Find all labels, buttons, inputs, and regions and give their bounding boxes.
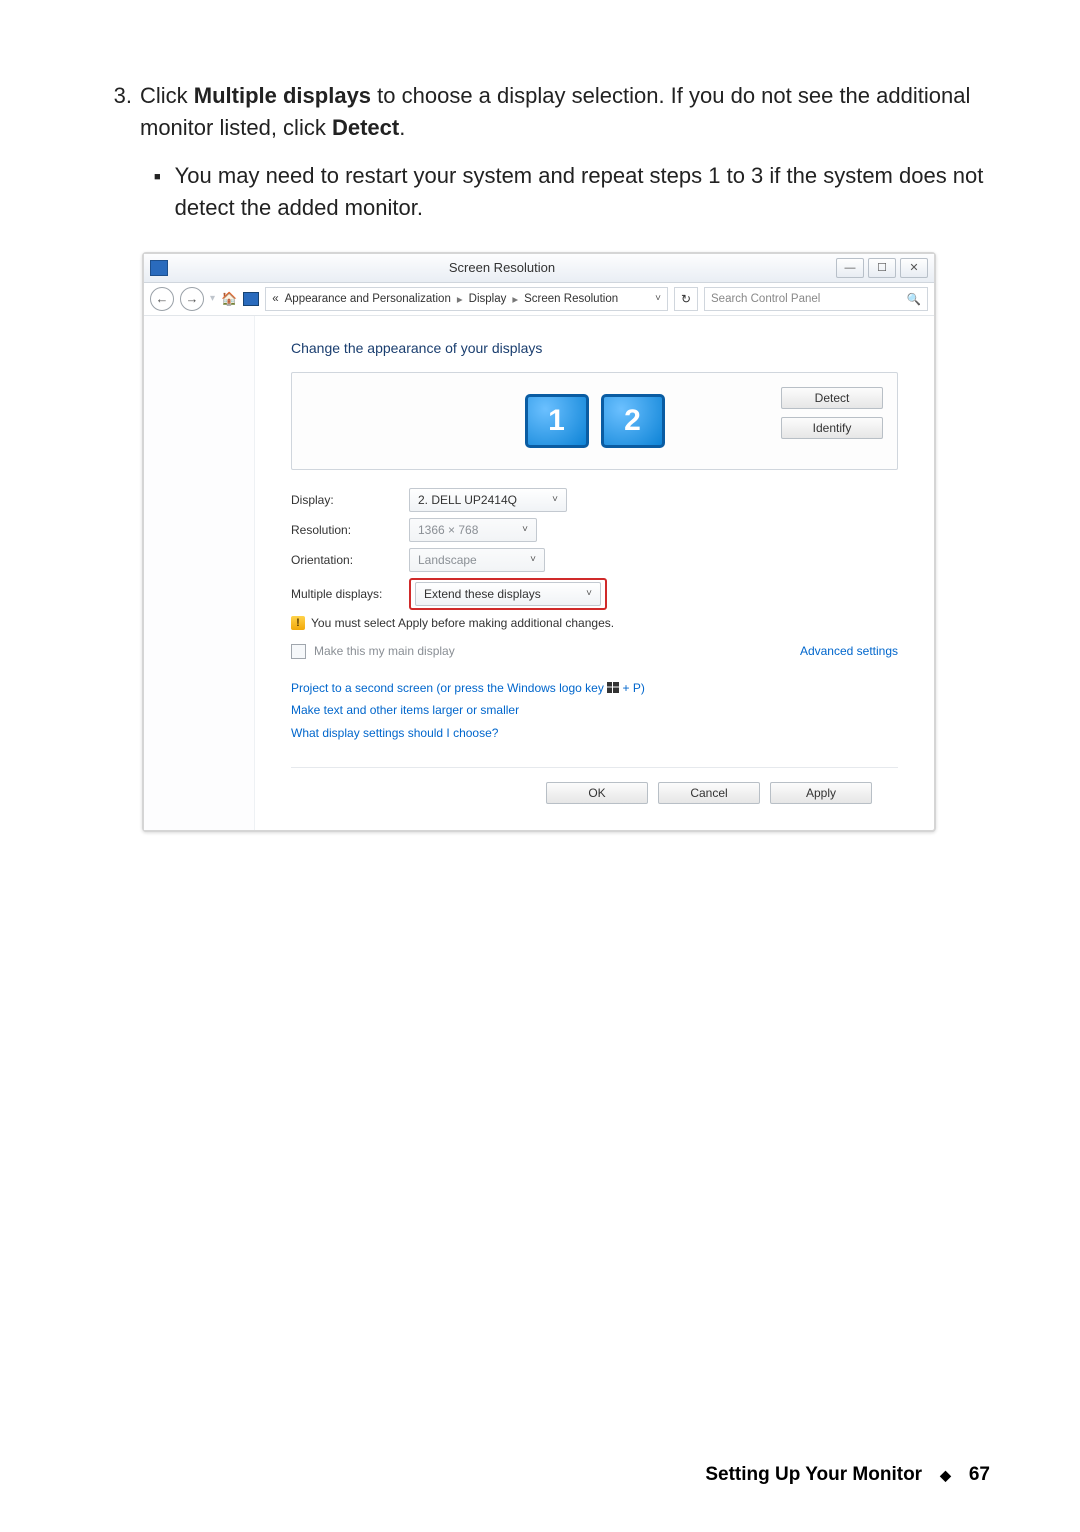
- apply-button[interactable]: Apply: [770, 782, 872, 804]
- monitor-1[interactable]: 1: [525, 394, 589, 448]
- instruction-subbullet: You may need to restart your system and …: [154, 160, 990, 224]
- window-title: Screen Resolution: [168, 260, 836, 275]
- footer-page-number: 67: [969, 1464, 990, 1486]
- select-display[interactable]: 2. DELL UP2414Q˅: [409, 488, 567, 512]
- page-heading: Change the appearance of your displays: [291, 340, 898, 356]
- step-body: Click Multiple displays to choose a disp…: [140, 80, 990, 144]
- footer-section: Setting Up Your Monitor: [705, 1464, 922, 1486]
- warning-icon: !: [291, 616, 305, 630]
- link-text-size[interactable]: Make text and other items larger or smal…: [291, 699, 898, 722]
- refresh-button[interactable]: ↻: [674, 287, 698, 311]
- chevron-down-icon: ˅: [530, 554, 536, 565]
- up-button[interactable]: 🏠: [221, 291, 237, 307]
- step-number: 3.: [90, 80, 140, 144]
- label-display: Display:: [291, 493, 409, 507]
- chevron-down-icon: ˅: [552, 494, 558, 505]
- label-multiple: Multiple displays:: [291, 587, 409, 601]
- row-multiple-displays: Multiple displays: Extend these displays…: [291, 578, 898, 610]
- chevron-down-icon: ˅: [522, 524, 528, 535]
- chevron-down-icon: ˅: [586, 588, 592, 599]
- ok-button[interactable]: OK: [546, 782, 648, 804]
- forward-button[interactable]: →: [180, 287, 204, 311]
- diamond-icon: ◆: [940, 1467, 951, 1484]
- display-preview[interactable]: 1 2 Detect Identify: [291, 372, 898, 470]
- chevron-down-icon[interactable]: ˅: [655, 293, 661, 304]
- advanced-settings-link[interactable]: Advanced settings: [800, 644, 898, 658]
- search-input[interactable]: Search Control Panel 🔍: [704, 287, 928, 311]
- highlight-box: Extend these displays˅: [409, 578, 607, 610]
- row-orientation: Orientation: Landscape˅: [291, 548, 898, 572]
- cancel-button[interactable]: Cancel: [658, 782, 760, 804]
- link-help[interactable]: What display settings should I choose?: [291, 722, 898, 745]
- maximize-button[interactable]: ☐: [868, 258, 896, 278]
- instruction-step: 3. Click Multiple displays to choose a d…: [90, 80, 990, 224]
- path-icon: [243, 292, 259, 306]
- window-titlebar: Screen Resolution — ☐ ✕: [144, 254, 934, 283]
- main-display-label: Make this my main display: [314, 644, 455, 658]
- detect-button[interactable]: Detect: [781, 387, 883, 409]
- row-display: Display: 2. DELL UP2414Q˅: [291, 488, 898, 512]
- warning-row: ! You must select Apply before making ad…: [291, 616, 898, 630]
- search-icon: 🔍: [907, 292, 921, 306]
- select-multiple-displays[interactable]: Extend these displays˅: [415, 582, 601, 606]
- minimize-button[interactable]: —: [836, 258, 864, 278]
- monitor-2[interactable]: 2: [601, 394, 665, 448]
- dialog-button-row: OK Cancel Apply: [291, 767, 898, 804]
- main-display-checkbox[interactable]: [291, 644, 306, 659]
- main-display-row: Make this my main display Advanced setti…: [291, 644, 898, 659]
- windows-key-icon: [607, 682, 619, 693]
- nav-row: ← → ▾ 🏠 « Appearance and Personalization…: [144, 283, 934, 316]
- select-orientation[interactable]: Landscape˅: [409, 548, 545, 572]
- label-resolution: Resolution:: [291, 523, 409, 537]
- link-project[interactable]: Project to a second screen (or press the…: [291, 677, 898, 700]
- close-button[interactable]: ✕: [900, 258, 928, 278]
- left-sidebar: [144, 316, 255, 830]
- back-button[interactable]: ←: [150, 287, 174, 311]
- warning-text: You must select Apply before making addi…: [311, 616, 614, 630]
- page-footer: Setting Up Your Monitor ◆ 67: [0, 1464, 1080, 1486]
- breadcrumb[interactable]: « Appearance and Personalization▸ Displa…: [265, 287, 668, 311]
- screenshot-window: Screen Resolution — ☐ ✕ ← → ▾ 🏠 « Appear…: [142, 252, 936, 832]
- app-icon: [150, 260, 168, 276]
- row-resolution: Resolution: 1366 × 768˅: [291, 518, 898, 542]
- link-list: Project to a second screen (or press the…: [291, 677, 898, 745]
- history-chevron-icon[interactable]: ▾: [210, 293, 215, 304]
- identify-button[interactable]: Identify: [781, 417, 883, 439]
- select-resolution[interactable]: 1366 × 768˅: [409, 518, 537, 542]
- label-orientation: Orientation:: [291, 553, 409, 567]
